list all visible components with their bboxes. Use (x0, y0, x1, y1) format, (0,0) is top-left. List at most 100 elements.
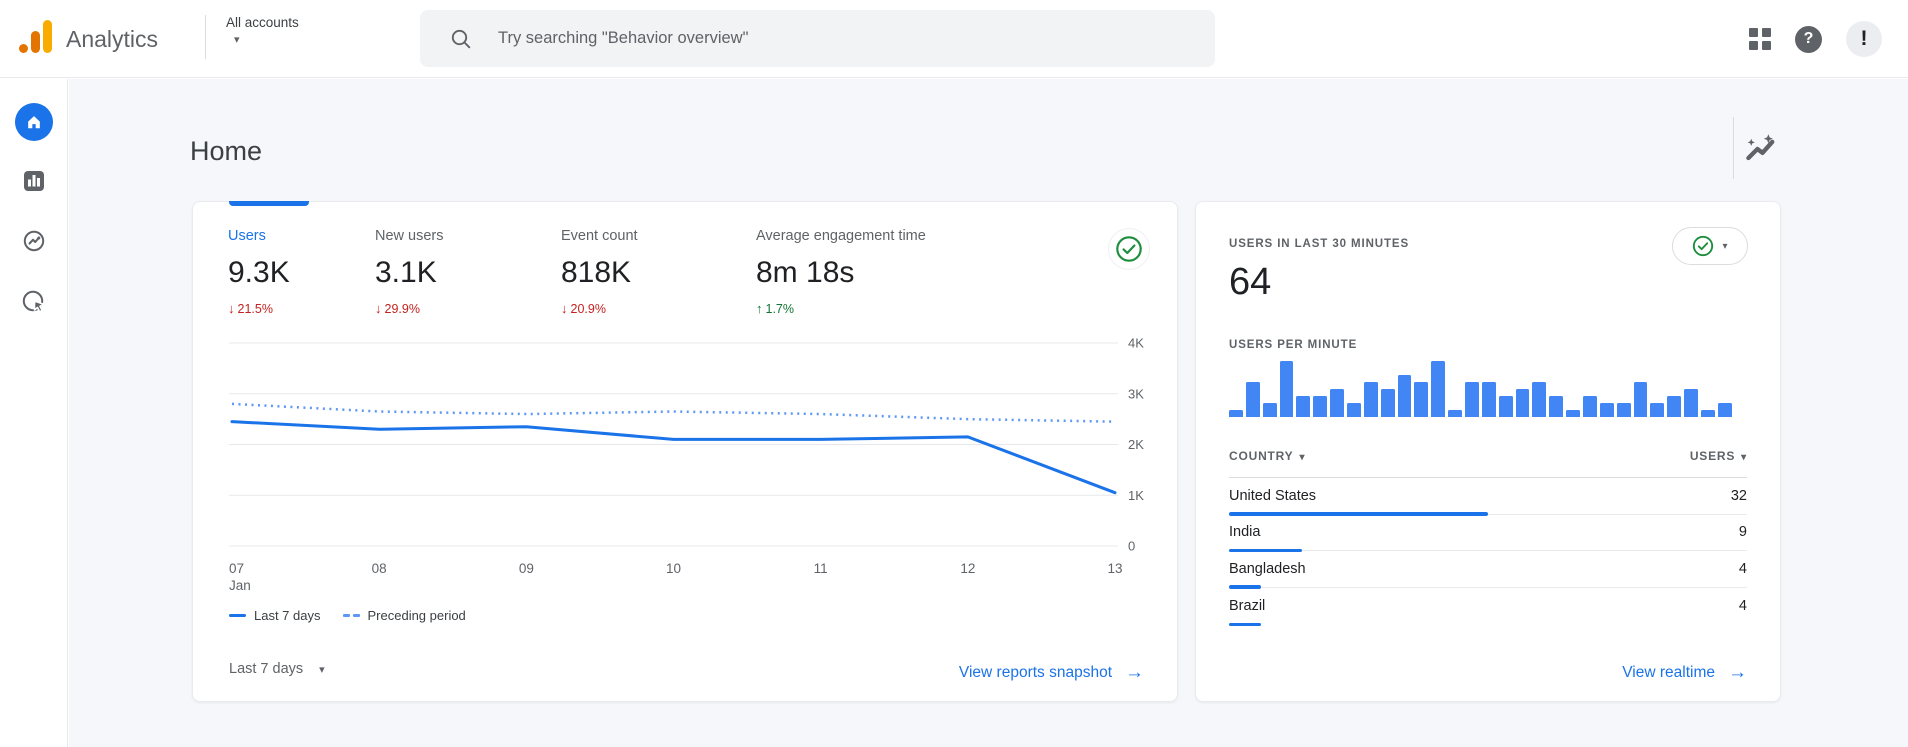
table-row-united-states[interactable]: United States 32 (1229, 478, 1747, 516)
analytics-logo-icon (18, 20, 54, 56)
minute-bar (1498, 396, 1513, 417)
delta-value: 21.5% (237, 302, 273, 316)
delta-value: 29.9% (384, 302, 420, 316)
minute-bar (1397, 375, 1412, 417)
country-name: Bangladesh (1229, 560, 1306, 577)
chart-legend: Last 7 days Preceding period (229, 608, 466, 623)
svg-text:2K: 2K (1128, 437, 1144, 452)
table-row-bangladesh[interactable]: Bangladesh 4 (1229, 551, 1747, 589)
explore-icon (23, 230, 44, 252)
minute-bar (1701, 410, 1715, 417)
minute-bar (1347, 403, 1361, 417)
insights-icon[interactable] (1742, 131, 1778, 167)
table-row-india[interactable]: India 9 (1229, 515, 1747, 552)
minute-bar (1532, 382, 1547, 417)
brand: Analytics (18, 20, 158, 56)
divider (1733, 117, 1734, 179)
minute-bar (1279, 361, 1294, 417)
country-name: Brazil (1229, 597, 1266, 614)
date-range-selector[interactable]: Last 7 days ▾ (229, 661, 325, 677)
sidebar-item-advertising[interactable] (21, 289, 47, 315)
overview-card: Users 9.3K ↓ 21.5% New users 3.1K ↓ 29.9% Event … (192, 201, 1178, 702)
search-bar[interactable]: Try searching "Behavior overview" (420, 10, 1215, 67)
minute-bar (1481, 382, 1496, 417)
svg-text:09: 09 (519, 561, 534, 576)
minute-bar (1363, 382, 1378, 417)
top-app-bar: Analytics All accounts ▾ Try searching "… (0, 0, 1908, 78)
home-icon (14, 103, 53, 141)
metric-delta: ↓ 20.9% (561, 301, 756, 316)
realtime-title: USERS IN LAST 30 MINUTES (1229, 238, 1410, 250)
table-row-brazil[interactable]: Brazil 4 (1229, 588, 1747, 626)
apps-grid-icon[interactable] (1749, 28, 1771, 50)
users-value: 4 (1738, 597, 1747, 614)
sidebar-item-reports[interactable] (23, 170, 45, 192)
chevron-down-icon: ▾ (234, 34, 240, 46)
svg-text:07: 07 (229, 561, 244, 576)
delta-value: 20.9% (570, 302, 606, 316)
minute-bar (1229, 410, 1243, 417)
minute-bar (1650, 403, 1665, 417)
minute-bar (1448, 410, 1463, 417)
svg-text:13: 13 (1107, 561, 1122, 576)
minute-bar (1684, 389, 1699, 417)
users-30min-value: 64 (1229, 261, 1272, 303)
minute-bar (1380, 389, 1395, 417)
status-check-button[interactable] (1108, 228, 1150, 270)
minute-bar (1717, 403, 1732, 417)
metric-tab-new-users[interactable]: New users 3.1K ↓ 29.9% (375, 228, 561, 316)
metric-value: 9.3K (228, 256, 290, 289)
account-picker[interactable]: All accounts ▾ (226, 15, 299, 49)
country-name: India (1229, 524, 1261, 541)
metric-tab-event-count[interactable]: Event count 818K ↓ 20.9% (561, 228, 756, 316)
account-picker-label: All accounts (226, 15, 299, 30)
minute-bar (1667, 396, 1682, 417)
country-name: United States (1229, 487, 1317, 504)
minute-bar (1633, 382, 1648, 417)
minute-bar (1515, 389, 1530, 417)
users-value: 32 (1730, 487, 1747, 504)
country-users-bar (1229, 622, 1262, 626)
sidebar-item-home[interactable] (14, 103, 53, 141)
minute-bar (1566, 410, 1581, 417)
date-range-label: Last 7 days (229, 661, 304, 677)
metric-tab-average-engagement-time[interactable]: Average engagement time 8m 18s ↑ 1.7% (756, 228, 926, 316)
users-column-header[interactable]: USERS ▾ (1690, 449, 1747, 463)
chevron-down-icon: ▾ (319, 663, 325, 676)
svg-text:10: 10 (666, 561, 681, 576)
delta-value: 1.7% (765, 302, 795, 316)
chevron-down-icon: ▾ (1722, 240, 1728, 252)
realtime-status-button[interactable]: ▾ (1672, 227, 1748, 265)
topbar-divider (205, 15, 206, 59)
ads-cursor-icon (22, 290, 45, 313)
bar-chart-icon (23, 171, 44, 191)
view-reports-snapshot-link[interactable]: View reports snapshot → (959, 662, 1144, 684)
help-icon[interactable]: ? (1795, 25, 1822, 53)
sidebar-item-explore[interactable] (22, 229, 46, 253)
users-value: 4 (1738, 560, 1747, 577)
svg-text:08: 08 (372, 561, 387, 576)
minute-bar (1583, 396, 1597, 417)
country-column-header[interactable]: COUNTRY ▾ (1229, 449, 1305, 463)
metric-tab-users[interactable]: Users 9.3K ↓ 21.5% (228, 228, 375, 316)
legend-swatch-dashed (342, 614, 360, 617)
users-per-minute-title: USERS PER MINUTE (1229, 339, 1358, 351)
sort-caret-icon: ▾ (1741, 452, 1747, 463)
search-placeholder: Try searching "Behavior overview" (498, 29, 749, 47)
minute-bar (1465, 382, 1479, 417)
metric-delta: ↓ 29.9% (375, 301, 561, 316)
active-tab-indicator (229, 201, 309, 206)
nav-sidebar (0, 79, 68, 747)
legend-swatch-solid (229, 614, 246, 617)
minute-bar (1330, 389, 1345, 417)
country-table-header: COUNTRY ▾ USERS ▾ (1229, 449, 1747, 463)
avatar[interactable]: ! (1846, 21, 1882, 57)
view-realtime-link[interactable]: View realtime → (1622, 662, 1747, 684)
users-value: 9 (1738, 524, 1747, 541)
svg-text:3K: 3K (1128, 386, 1144, 401)
minute-bar (1599, 403, 1614, 417)
minute-bar (1431, 361, 1446, 417)
minute-bar (1245, 382, 1260, 417)
main-content: Home Users 9.3K ↓ 21.5% New users 3.1K ↓ 29.9% E… (69, 79, 1908, 747)
metric-delta: ↑ 1.7% (756, 301, 926, 316)
